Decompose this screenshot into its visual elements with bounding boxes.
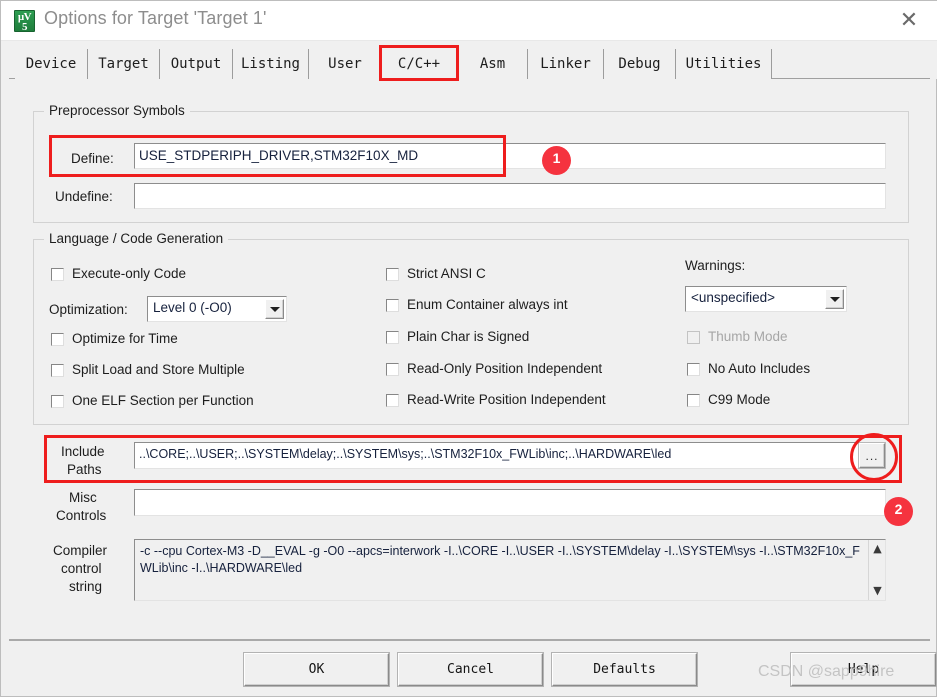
- checkbox-label: Split Load and Store Multiple: [72, 362, 245, 377]
- compiler-control-label-line3: string: [69, 579, 103, 594]
- tab-debug[interactable]: Debug: [604, 49, 676, 79]
- misc-controls-label-line2: Controls: [56, 508, 107, 523]
- checkbox-label: Read-Only Position Independent: [407, 361, 603, 376]
- checkbox-box: [51, 333, 64, 346]
- language-code-generation-title: Language / Code Generation: [44, 231, 229, 246]
- annotation-badge-1: 1: [542, 146, 571, 175]
- compiler-control-string-textarea[interactable]: -c --cpu Cortex-M3 -D__EVAL -g -O0 --apc…: [134, 539, 886, 601]
- csdn-watermark: CSDN @sapp9hire: [758, 663, 895, 680]
- optimization-label: Optimization:: [49, 302, 128, 317]
- tab-output[interactable]: Output: [160, 49, 233, 79]
- checkbox-box: [386, 268, 399, 281]
- ok-button[interactable]: OK: [244, 653, 389, 686]
- checkbox-label: Plain Char is Signed: [407, 329, 530, 344]
- options-dialog: µV 5 Options for Target 'Target 1' ✕ Devi…: [0, 0, 937, 697]
- tab-user[interactable]: User: [309, 49, 381, 79]
- checkbox-label: Optimize for Time: [72, 331, 178, 346]
- checkbox-box: [51, 268, 64, 281]
- define-input[interactable]: USE_STDPERIPH_DRIVER,STM32F10X_MD: [134, 143, 886, 169]
- include-paths-label-line1: Include: [61, 444, 105, 459]
- window-title: Options for Target 'Target 1': [44, 8, 267, 28]
- include-paths-input[interactable]: ..\CORE;..\USER;..\SYSTEM\delay;..\SYSTE…: [134, 442, 886, 469]
- checkbox-label: C99 Mode: [708, 392, 771, 407]
- checkbox-box: [687, 331, 700, 344]
- tab-c-cpp[interactable]: C/C++: [381, 49, 458, 79]
- checkbox-label: Thumb Mode: [708, 329, 788, 344]
- optimization-value: Level 0 (-O0): [153, 300, 232, 315]
- define-label: Define:: [71, 151, 114, 166]
- uvision-logo-icon: µV 5: [14, 10, 35, 33]
- misc-controls-label-line1: Misc: [69, 490, 97, 505]
- compiler-control-label-line2: control: [61, 561, 102, 576]
- include-paths-browse-button[interactable]: ...: [859, 443, 885, 468]
- tab-asm[interactable]: Asm: [458, 49, 528, 79]
- undefine-label: Undefine:: [55, 189, 113, 204]
- checkbox-box: [386, 363, 399, 376]
- checkbox-label: Strict ANSI C: [407, 266, 486, 281]
- scroll-down-icon[interactable]: ▼: [869, 583, 885, 599]
- checkbox-box: [51, 364, 64, 377]
- checkbox-box: [386, 394, 399, 407]
- compiler-control-scrollbar[interactable]: ▲ ▼: [868, 540, 885, 600]
- footer-divider: [9, 639, 930, 641]
- checkbox-box: [386, 331, 399, 344]
- preprocessor-symbols-title: Preprocessor Symbols: [44, 103, 190, 118]
- warnings-value: <unspecified>: [691, 290, 776, 305]
- defaults-button[interactable]: Defaults: [552, 653, 697, 686]
- tab-device[interactable]: Device: [15, 49, 88, 79]
- close-icon[interactable]: ✕: [886, 3, 932, 39]
- include-paths-label-line2: Paths: [67, 462, 102, 477]
- checkbox-label: One ELF Section per Function: [72, 393, 254, 408]
- checkbox-box: [687, 394, 700, 407]
- checkbox-box: [386, 299, 399, 312]
- chevron-down-icon[interactable]: [825, 289, 844, 309]
- title-bar: µV 5 Options for Target 'Target 1' ✕: [1, 1, 937, 41]
- checkbox-label: Enum Container always int: [407, 297, 568, 312]
- optimization-select[interactable]: Level 0 (-O0): [147, 296, 287, 322]
- annotation-badge-2: 2: [884, 497, 913, 526]
- warnings-label: Warnings:: [685, 258, 746, 273]
- checkbox-label: Execute-only Code: [72, 266, 187, 281]
- warnings-select[interactable]: <unspecified>: [685, 286, 847, 312]
- checkbox-label: No Auto Includes: [708, 361, 811, 376]
- tab-utilities[interactable]: Utilities: [676, 49, 772, 79]
- cancel-button[interactable]: Cancel: [398, 653, 543, 686]
- chevron-down-icon[interactable]: [265, 299, 284, 319]
- tab-target[interactable]: Target: [88, 49, 160, 79]
- compiler-control-string-value: -c --cpu Cortex-M3 -D__EVAL -g -O0 --apc…: [140, 544, 860, 575]
- checkbox-box: [51, 395, 64, 408]
- checkbox-box: [687, 363, 700, 376]
- misc-controls-input[interactable]: [134, 489, 886, 516]
- checkbox-label: Read-Write Position Independent: [407, 392, 606, 407]
- tab-linker[interactable]: Linker: [528, 49, 604, 79]
- compiler-control-label-line1: Compiler: [53, 543, 108, 558]
- undefine-input[interactable]: [134, 183, 886, 209]
- scroll-up-icon[interactable]: ▲: [869, 541, 885, 557]
- tab-listing[interactable]: Listing: [233, 49, 309, 79]
